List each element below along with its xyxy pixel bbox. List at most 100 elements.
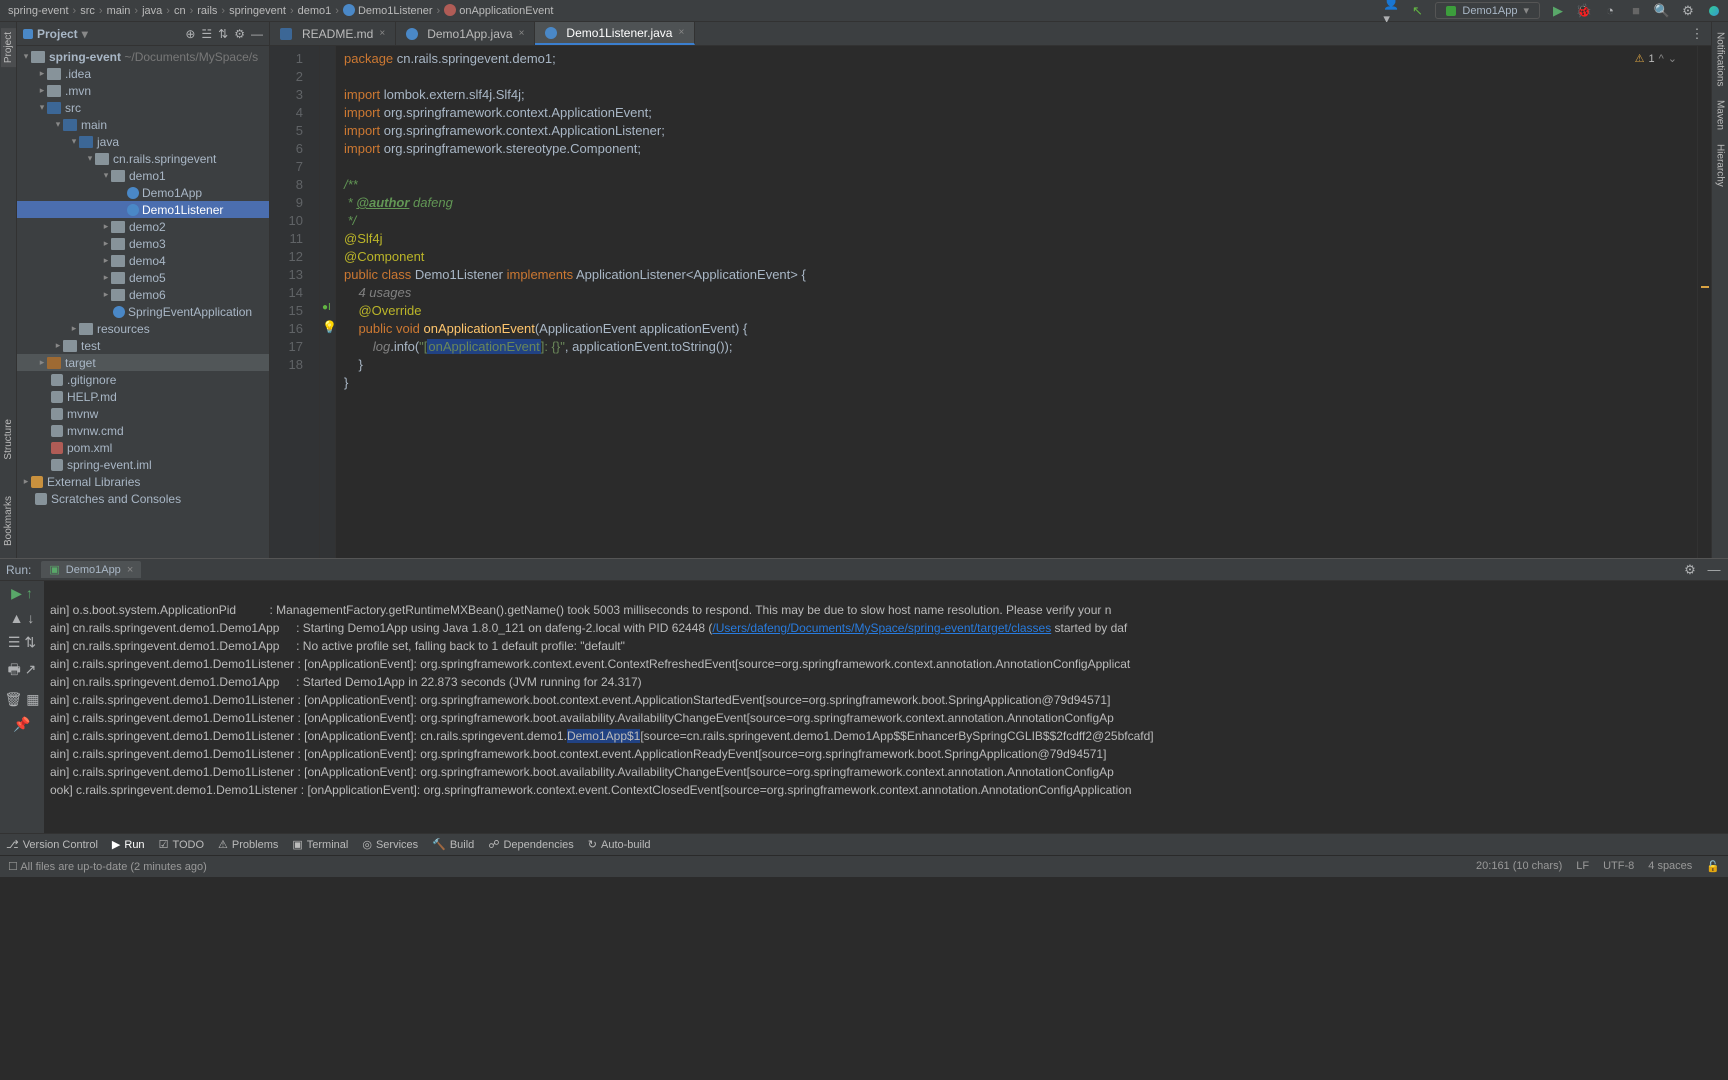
settings-icon[interactable]: ⚙ (234, 27, 245, 41)
btn-deps[interactable]: ☍ Dependencies (488, 838, 573, 851)
crumb-project[interactable]: spring-event (6, 5, 78, 17)
line-gutter[interactable]: 123456789101112131415161718 (270, 46, 320, 558)
tree-item[interactable]: ▸demo3 (17, 235, 269, 252)
more-icon[interactable]: ⋮ (1689, 26, 1705, 42)
tool-structure[interactable]: Structure (1, 415, 16, 464)
crumb-cn[interactable]: cn (172, 5, 195, 17)
tree-file[interactable]: mvnw (17, 405, 269, 422)
close-icon[interactable]: × (678, 27, 684, 38)
locate-icon[interactable]: ⊕ (185, 27, 195, 41)
debug-icon[interactable]: 🐞 (1576, 3, 1592, 19)
stop-icon[interactable]: ▲ ↓ (10, 610, 35, 626)
tree-item[interactable]: ▸demo6 (17, 286, 269, 303)
tree-file[interactable]: spring-event.iml (17, 456, 269, 473)
project-tree[interactable]: ▾spring-event ~/Documents/MySpace/s ▸.id… (17, 46, 269, 558)
error-stripe[interactable] (1697, 46, 1711, 558)
layout-icon[interactable]: ☰ ⇅ (8, 634, 36, 651)
sidebar-title[interactable]: Project ▾ (23, 27, 88, 41)
tree-root[interactable]: ▾spring-event ~/Documents/MySpace/s (17, 48, 269, 65)
close-icon[interactable]: × (379, 28, 385, 39)
crumb-springevent[interactable]: springevent (227, 5, 296, 17)
inspection-widget[interactable]: 1 ^ ⌄ (1635, 50, 1677, 68)
btn-build[interactable]: 🔨 Build (432, 838, 474, 851)
tree-item[interactable]: ▸test (17, 337, 269, 354)
pin-icon[interactable]: 📌 (13, 716, 30, 733)
tree-file[interactable]: mvnw.cmd (17, 422, 269, 439)
crumb-rails[interactable]: rails (195, 5, 227, 17)
tree-file-demo1listener[interactable]: Demo1Listener (17, 201, 269, 218)
tree-item[interactable]: ▾demo1 (17, 167, 269, 184)
run-tab[interactable]: ▣Demo1App× (41, 561, 141, 578)
crumb-demo1[interactable]: demo1 (296, 5, 341, 17)
run-icon[interactable]: ▶ (1550, 3, 1566, 19)
btn-run[interactable]: ▶ Run (112, 838, 145, 851)
tree-scratches[interactable]: Scratches and Consoles (17, 490, 269, 507)
close-icon[interactable]: × (519, 28, 525, 39)
coverage-icon[interactable]: ◔ (1602, 3, 1618, 19)
expand-icon[interactable]: ☱ (201, 27, 212, 41)
print-icon[interactable]: 🖶 ↗ (8, 659, 37, 683)
lock-icon[interactable]: 🔓 (1706, 860, 1720, 873)
tree-external-libs[interactable]: ▸External Libraries (17, 473, 269, 490)
gutter-marks[interactable]: ●I 💡 (320, 46, 336, 558)
tree-item[interactable]: ▸.mvn (17, 82, 269, 99)
tool-maven[interactable]: Maven (1713, 96, 1728, 134)
crumb-main[interactable]: main (105, 5, 141, 17)
path-link[interactable]: /Users/dafeng/Documents/MySpace/spring-e… (712, 621, 1051, 635)
bulb-icon[interactable]: 💡 (322, 320, 337, 334)
tree-item[interactable]: ▸resources (17, 320, 269, 337)
status-encoding[interactable]: UTF-8 (1603, 860, 1634, 873)
user-icon[interactable]: 👤▾ (1383, 3, 1399, 19)
btn-terminal[interactable]: ▣ Terminal (292, 838, 348, 851)
delete-icon[interactable]: 🗑 ▦ (5, 691, 40, 708)
tree-item[interactable]: ▸demo2 (17, 218, 269, 235)
override-gutter-icon[interactable]: ●I (322, 302, 331, 313)
tool-hierarchy[interactable]: Hierarchy (1713, 140, 1728, 191)
console-output[interactable]: ain] o.s.boot.system.ApplicationPid : Ma… (44, 581, 1728, 833)
btn-autobuild[interactable]: ↻ Auto-build (588, 838, 651, 851)
close-icon[interactable]: × (127, 564, 133, 576)
tree-item[interactable]: ▾src (17, 99, 269, 116)
btn-problems[interactable]: ⚠ Problems (218, 838, 278, 851)
tab-demo1listener[interactable]: Demo1Listener.java× (535, 22, 695, 45)
editor-body[interactable]: 123456789101112131415161718 ●I 💡 1 ^ ⌄ p… (270, 46, 1711, 558)
tree-file-demo1app[interactable]: Demo1App (17, 184, 269, 201)
tree-item[interactable]: ▸demo4 (17, 252, 269, 269)
tree-file[interactable]: pom.xml (17, 439, 269, 456)
gear-icon[interactable]: ⚙ (1682, 562, 1698, 578)
stop-icon[interactable]: ■ (1628, 3, 1644, 19)
avatar-icon[interactable] (1706, 3, 1722, 19)
btn-todo[interactable]: ☑ TODO (159, 838, 204, 851)
crumb-java[interactable]: java (140, 5, 172, 17)
minimize-icon[interactable]: — (1706, 562, 1722, 578)
tree-item[interactable]: ▸.idea (17, 65, 269, 82)
tree-item[interactable]: ▾main (17, 116, 269, 133)
collapse-icon[interactable]: ⇅ (218, 27, 228, 41)
btn-services[interactable]: ◎ Services (362, 838, 418, 851)
tree-item[interactable]: ▾cn.rails.springevent (17, 150, 269, 167)
btn-vcs[interactable]: ⎇ Version Control (6, 838, 98, 851)
minimize-icon[interactable]: — (251, 27, 263, 41)
run-config-selector[interactable]: Demo1App▾ (1435, 2, 1540, 19)
tool-project[interactable]: Project (1, 28, 16, 67)
status-indent[interactable]: 4 spaces (1648, 860, 1692, 873)
search-icon[interactable]: 🔍 (1654, 3, 1670, 19)
warning-mark[interactable] (1701, 286, 1709, 288)
status-caret[interactable]: 20:161 (10 chars) (1476, 860, 1562, 873)
status-line-ending[interactable]: LF (1576, 860, 1589, 873)
tool-bookmarks[interactable]: Bookmarks (1, 492, 16, 550)
rerun-icon[interactable]: ▶ ↑ (11, 585, 33, 602)
crumb-src[interactable]: src (78, 5, 104, 17)
tree-item[interactable]: ▸demo5 (17, 269, 269, 286)
code-area[interactable]: 1 ^ ⌄ package cn.rails.springevent.demo1… (336, 46, 1697, 558)
tool-notifications[interactable]: Notifications (1713, 28, 1728, 90)
crumb-class[interactable]: Demo1Listener (341, 4, 442, 17)
tab-demo1app[interactable]: Demo1App.java× (396, 22, 535, 45)
tab-readme[interactable]: README.md× (270, 22, 396, 45)
gear-icon[interactable]: ⚙ (1680, 3, 1696, 19)
tree-file[interactable]: .gitignore (17, 371, 269, 388)
crumb-method[interactable]: onApplicationEvent (442, 4, 559, 17)
hammer-icon[interactable]: ↖ (1409, 3, 1425, 19)
tree-file-springeventapp[interactable]: SpringEventApplication (17, 303, 269, 320)
tree-item-target[interactable]: ▸target (17, 354, 269, 371)
